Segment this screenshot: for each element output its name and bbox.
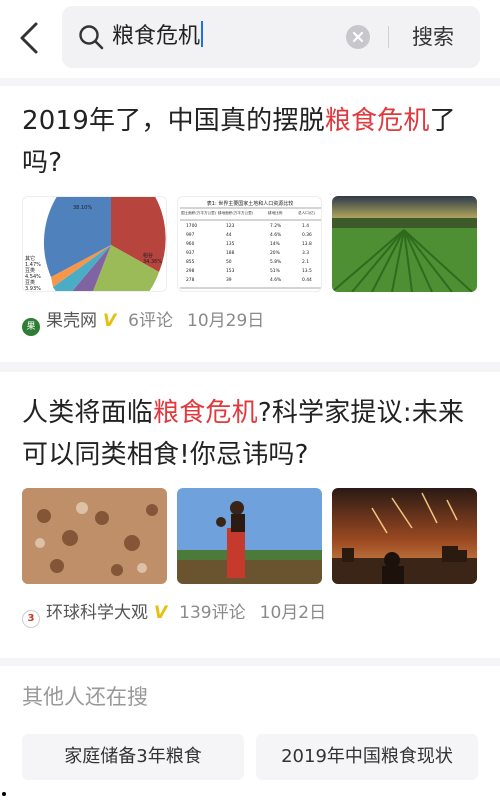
- table-cell: 153: [226, 268, 235, 274]
- field-graphic: [332, 196, 477, 292]
- related-search-chip[interactable]: 2019年中国粮食现状: [256, 734, 478, 780]
- pie-label: 3.93%: [25, 286, 41, 292]
- pie-label: 稻谷: [143, 252, 153, 259]
- table-cell: 1.4: [302, 223, 309, 229]
- table-cell: 997: [186, 232, 195, 238]
- article-title[interactable]: 2019年了，中国真的摆脱粮食危机了吗?: [22, 100, 480, 184]
- publish-date: 10月2日: [259, 603, 327, 623]
- table-header: 耕地比例: [268, 210, 283, 215]
- related-searches-title: 其他人还在搜: [22, 685, 148, 709]
- table-cell: 123: [226, 223, 235, 229]
- table-header: 国土面积(万平方公里): [181, 210, 217, 215]
- apocalypse-graphic: [332, 488, 477, 584]
- related-search-chip[interactable]: 家庭储备3年粮食: [22, 734, 244, 780]
- crop-field-thumbnail[interactable]: [332, 196, 477, 292]
- pie-chart-thumbnail[interactable]: 38.10% 稻谷 34.36% 其它 1.47% 豆类 4.54% 豆类 3.…: [22, 196, 167, 292]
- table-cell: 0.44: [302, 277, 312, 283]
- clear-icon[interactable]: [346, 25, 370, 49]
- table-cell: 13.8: [302, 241, 312, 247]
- table-cell: 20%: [270, 250, 280, 256]
- land-table-thumbnail[interactable]: 表1: 世界主要国家土地和人口资源比较 国土面积(万平方公里) 耕地面积(万平方…: [177, 196, 322, 292]
- source-name[interactable]: 果壳网: [46, 311, 97, 331]
- search-query: 粮食危机: [112, 24, 201, 49]
- source-name[interactable]: 环球科学大观: [46, 603, 148, 623]
- comment-count: 6评论: [128, 311, 173, 331]
- text-caret: [201, 21, 204, 47]
- pie-label: 34.36%: [143, 259, 162, 265]
- divider: [388, 26, 389, 48]
- pie-label: 豆类: [25, 279, 35, 286]
- table-cell: 50: [226, 259, 232, 265]
- search-button[interactable]: 搜索: [412, 22, 454, 52]
- cave-hands-thumbnail[interactable]: [22, 488, 167, 584]
- table-cell: 855: [186, 259, 195, 265]
- table-graphic: 表1: 世界主要国家土地和人口资源比较 国土面积(万平方公里) 耕地面积(万平方…: [180, 200, 321, 289]
- pie-chart-graphic: 38.10% 稻谷 34.36% 其它 1.47% 豆类 4.54% 豆类 3.…: [25, 197, 166, 292]
- section-divider: [0, 658, 500, 666]
- table-cell: 135: [226, 241, 235, 247]
- verified-badge: V: [154, 603, 168, 623]
- apocalypse-city-thumbnail[interactable]: [332, 488, 477, 584]
- table-rows: 1700 123 7.2% 1.4 997 44 4.6% 0.36 960 135 14% 13.8…: [186, 223, 312, 283]
- pie-label: 38.10%: [73, 205, 92, 211]
- table-header: 总人口(亿): [298, 210, 316, 215]
- woman-graphic: [177, 488, 322, 584]
- table-cell: 1700: [186, 223, 197, 229]
- table-cell: 4.6%: [270, 232, 281, 238]
- verified-badge: V: [103, 311, 117, 331]
- source-logo-icon: 果: [22, 318, 40, 336]
- table-cell: 7.2%: [270, 223, 281, 229]
- table-cell: 14%: [270, 241, 280, 247]
- back-arrow-icon[interactable]: [14, 20, 44, 56]
- indicator-dot: [2, 792, 6, 796]
- title-highlight: 粮食危机: [153, 398, 258, 428]
- title-text: 2019年了，中国真的摆脱: [22, 106, 325, 136]
- table-cell: 5.8%: [270, 259, 281, 265]
- table-cell: 960: [186, 241, 195, 247]
- pie-label: 豆类: [25, 267, 35, 274]
- article-card[interactable]: 2019年了，中国真的摆脱粮食危机了吗? 38.10% 稻谷 34.36% 其它…: [0, 86, 500, 362]
- table-cell: 3.3: [302, 250, 309, 256]
- woman-carrying-thumbnail[interactable]: [177, 488, 322, 584]
- search-icon: [79, 25, 104, 50]
- source-logo-icon: 3: [22, 610, 40, 628]
- table-cell: 298: [186, 268, 195, 274]
- publish-date: 10月29日: [187, 311, 265, 331]
- search-header: 粮食危机 搜索: [0, 0, 500, 78]
- article-card[interactable]: 人类将面临粮食危机?科学家提议:未来可以同类相食!你忌讳吗? 3 环球科学大观 …: [0, 372, 500, 658]
- section-divider: [0, 362, 500, 372]
- pie-label: 其它: [25, 255, 35, 262]
- related-searches: 其他人还在搜 家庭储备3年粮食 2019年中国粮食现状: [0, 666, 500, 801]
- title-highlight: 粮食危机: [324, 106, 430, 136]
- search-input[interactable]: 粮食危机: [112, 21, 204, 53]
- table-cell: 278: [186, 277, 195, 283]
- comment-count: 139评论: [179, 603, 246, 623]
- article-meta: 果果壳网 V 6评论 10月29日: [22, 308, 265, 336]
- table-caption: 表1: 世界主要国家土地和人口资源比较: [207, 200, 293, 207]
- article-title[interactable]: 人类将面临粮食危机?科学家提议:未来可以同类相食!你忌讳吗?: [22, 392, 480, 476]
- table-cell: 0.36: [302, 232, 312, 238]
- table-cell: 44: [226, 232, 232, 238]
- search-box[interactable]: 粮食危机 搜索: [62, 6, 480, 68]
- cave-graphic: [22, 488, 167, 584]
- table-cell: 51%: [270, 268, 280, 274]
- title-text: 人类将面临: [22, 398, 154, 428]
- table-cell: 2.1: [302, 259, 309, 265]
- section-divider: [0, 78, 500, 86]
- table-cell: 39: [226, 277, 232, 283]
- table-cell: 13.5: [302, 268, 312, 274]
- table-cell: 4.6%: [270, 277, 281, 283]
- table-cell: 937: [186, 250, 195, 256]
- table-header: 耕地面积(万平方公里): [218, 210, 254, 215]
- table-cell: 188: [226, 250, 235, 256]
- article-meta: 3 环球科学大观 V 139评论 10月2日: [22, 600, 327, 628]
